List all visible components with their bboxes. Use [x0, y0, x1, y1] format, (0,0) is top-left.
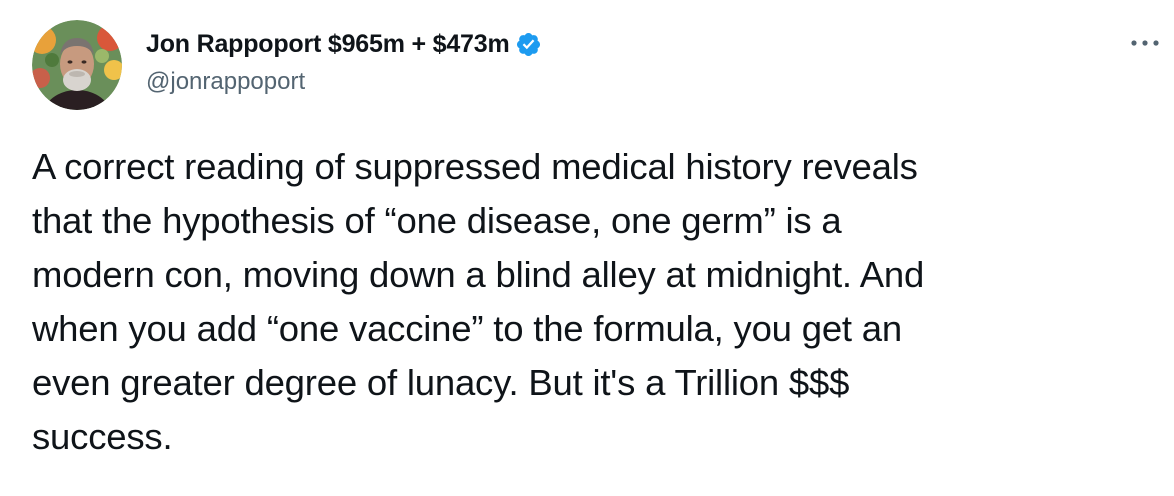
- author-handle[interactable]: @jonrappoport: [146, 68, 305, 96]
- avatar-photo-icon: [32, 20, 122, 110]
- tweet-text: A correct reading of suppressed medical …: [32, 146, 925, 457]
- more-options-icon[interactable]: [1130, 36, 1160, 50]
- author-display-name[interactable]: Jon Rappoport $965m + $473m: [146, 30, 510, 59]
- avatar[interactable]: [32, 20, 122, 110]
- author-name-row: Jon Rappoport $965m + $473m: [146, 30, 542, 59]
- tweet-card: Jon Rappoport $965m + $473m @jonrappopor…: [0, 0, 1174, 496]
- verified-badge-icon[interactable]: [515, 31, 542, 58]
